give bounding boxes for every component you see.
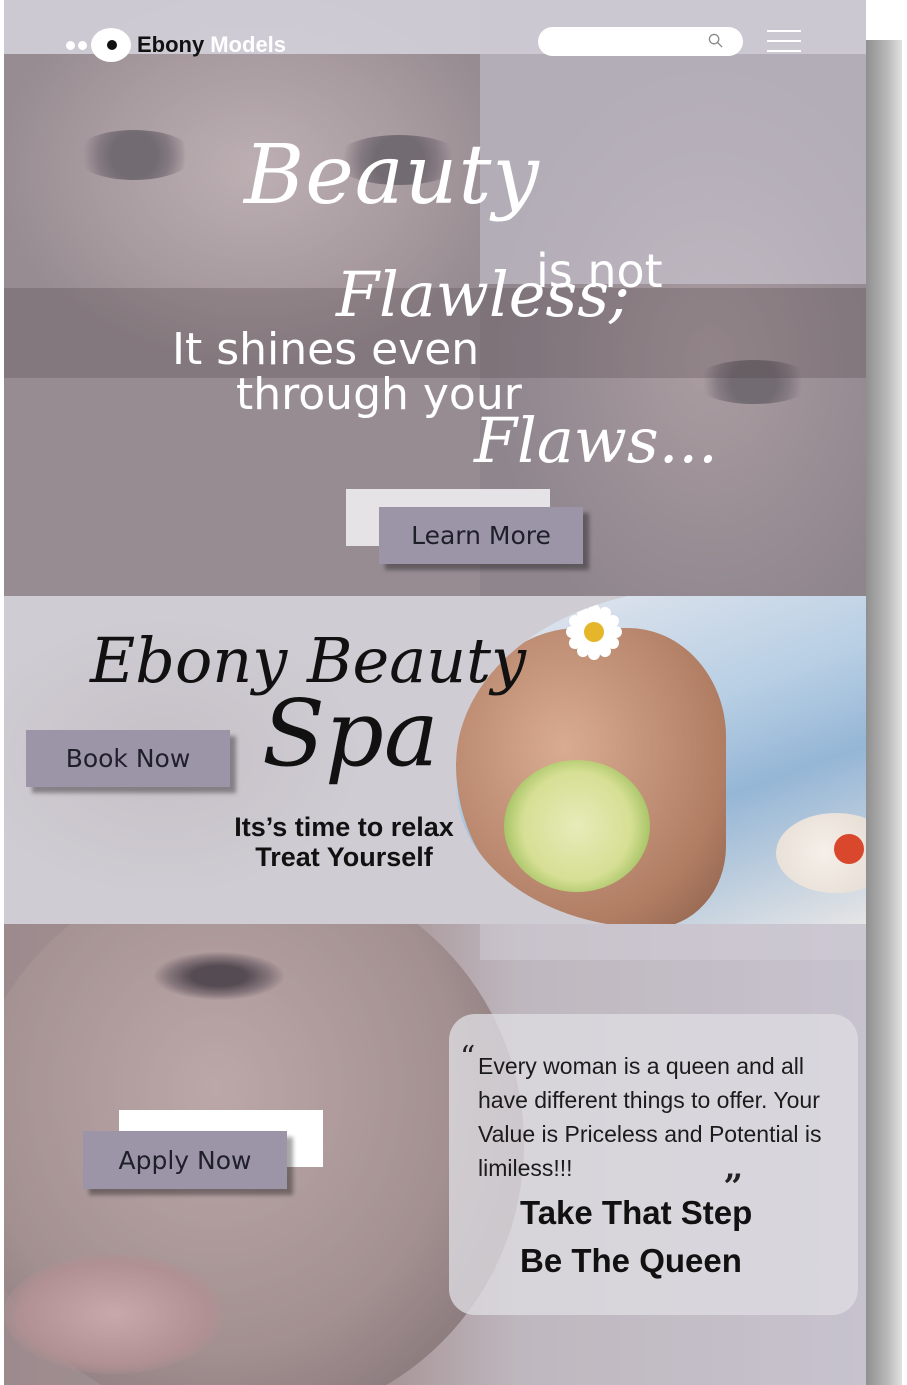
search-input[interactable] <box>538 27 743 56</box>
logo-word-ebony: Ebony <box>137 32 205 57</box>
quote-close-mark: „ <box>724 1148 744 1188</box>
search-icon[interactable] <box>708 33 723 48</box>
book-now-button[interactable]: Book Now <box>26 730 230 787</box>
quote-open-mark: “ <box>460 1040 476 1075</box>
daisy-flower-icon <box>564 602 624 662</box>
hero-word-flawless: Flawless; <box>336 258 630 331</box>
spa-subtitle-line1: Its’s time to relax <box>234 812 454 842</box>
page-side-shadow <box>866 40 902 1385</box>
hero-word-beauty: Beauty <box>244 128 540 223</box>
hero-word-flaws: Flaws... <box>474 404 718 477</box>
logo[interactable]: Ebony Models <box>66 28 286 62</box>
learn-more-button[interactable]: Learn More <box>379 507 583 564</box>
logo-word-models: Models <box>210 32 287 57</box>
page: Ebony Models Beauty is not Flawless; It … <box>4 0 866 1385</box>
cta-line1: Take That Step <box>520 1194 753 1231</box>
logo-dots <box>66 40 87 50</box>
cucumber-slice-icon <box>504 760 650 892</box>
spa-berries <box>834 834 864 864</box>
quote-text: Every woman is a queen and all have diff… <box>478 1053 822 1181</box>
cta-line2: Be The Queen <box>520 1242 742 1279</box>
join-overlay-band <box>480 924 866 960</box>
apply-now-button[interactable]: Apply Now <box>83 1131 287 1189</box>
spa-subtitle: Its’s time to relax Treat Yourself <box>214 812 474 872</box>
spa-subtitle-line2: Treat Yourself <box>255 842 433 872</box>
hero-line-shines: It shines even <box>172 324 480 375</box>
hamburger-menu-icon[interactable] <box>767 30 801 54</box>
spa-title-spa: Spa <box>262 680 439 787</box>
eye-logo-icon <box>91 28 131 62</box>
